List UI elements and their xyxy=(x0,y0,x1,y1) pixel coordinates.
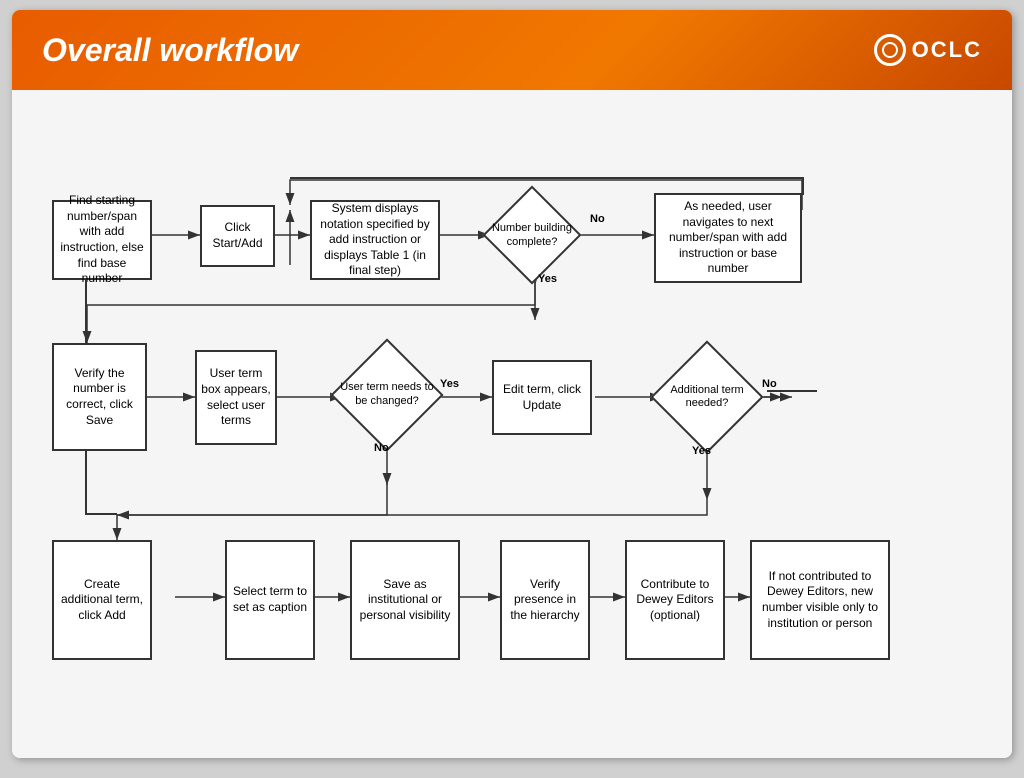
diamond-user-term: User term needs to be changed? xyxy=(332,347,442,442)
box-not-contributed: If not contributed to Dewey Editors, new… xyxy=(750,540,890,660)
slide-container: Overall workflow OCLC xyxy=(12,10,1012,758)
box-verify-presence: Verify presence in the hierarchy xyxy=(500,540,590,660)
label-no-d2: No xyxy=(374,442,389,454)
box-select-term: Select term to set as caption xyxy=(225,540,315,660)
box-create-term: Create additional term, click Add xyxy=(52,540,152,660)
header: Overall workflow OCLC xyxy=(12,10,1012,90)
label-no-d1: No xyxy=(590,213,605,225)
oclc-logo-inner xyxy=(882,42,898,58)
label-yes-d2: Yes xyxy=(440,378,459,390)
oclc-logo-circle xyxy=(874,34,906,66)
diamond-number-building: Number building complete? xyxy=(477,195,587,275)
box-contribute-dewey: Contribute to Dewey Editors (optional) xyxy=(625,540,725,660)
box-find-starting: Find starting number/span with add instr… xyxy=(52,200,152,280)
label-yes-d3: Yes xyxy=(692,445,711,457)
box-click-start: Click Start/Add xyxy=(200,205,275,267)
diagram-area: Find starting number/span with add instr… xyxy=(12,90,1012,758)
top-return-line xyxy=(290,177,802,179)
box-navigate-next: As needed, user navigates to next number… xyxy=(654,193,802,283)
flowchart: Find starting number/span with add instr… xyxy=(32,105,992,743)
label-yes-d1: Yes xyxy=(538,273,557,285)
row2-row3-h xyxy=(85,513,117,515)
row1-row2-left-line xyxy=(85,280,87,345)
slide-title: Overall workflow xyxy=(42,32,298,69)
box-save-institutional: Save as institutional or personal visibi… xyxy=(350,540,460,660)
no-line-d3 xyxy=(767,390,817,392)
oclc-logo: OCLC xyxy=(874,34,982,66)
oclc-logo-text: OCLC xyxy=(912,37,982,63)
box-verify-number: Verify the number is correct, click Save xyxy=(52,343,147,451)
diamond-additional-term: Additional term needed? xyxy=(652,347,762,447)
top-return-right xyxy=(802,177,804,195)
box-system-displays: System displays notation specified by ad… xyxy=(310,200,440,280)
box-user-term-box: User term box appears, select user terms xyxy=(195,350,277,445)
label-no-d3: No xyxy=(762,378,777,390)
box-edit-term: Edit term, click Update xyxy=(492,360,592,435)
row2-row3-v xyxy=(85,451,87,513)
